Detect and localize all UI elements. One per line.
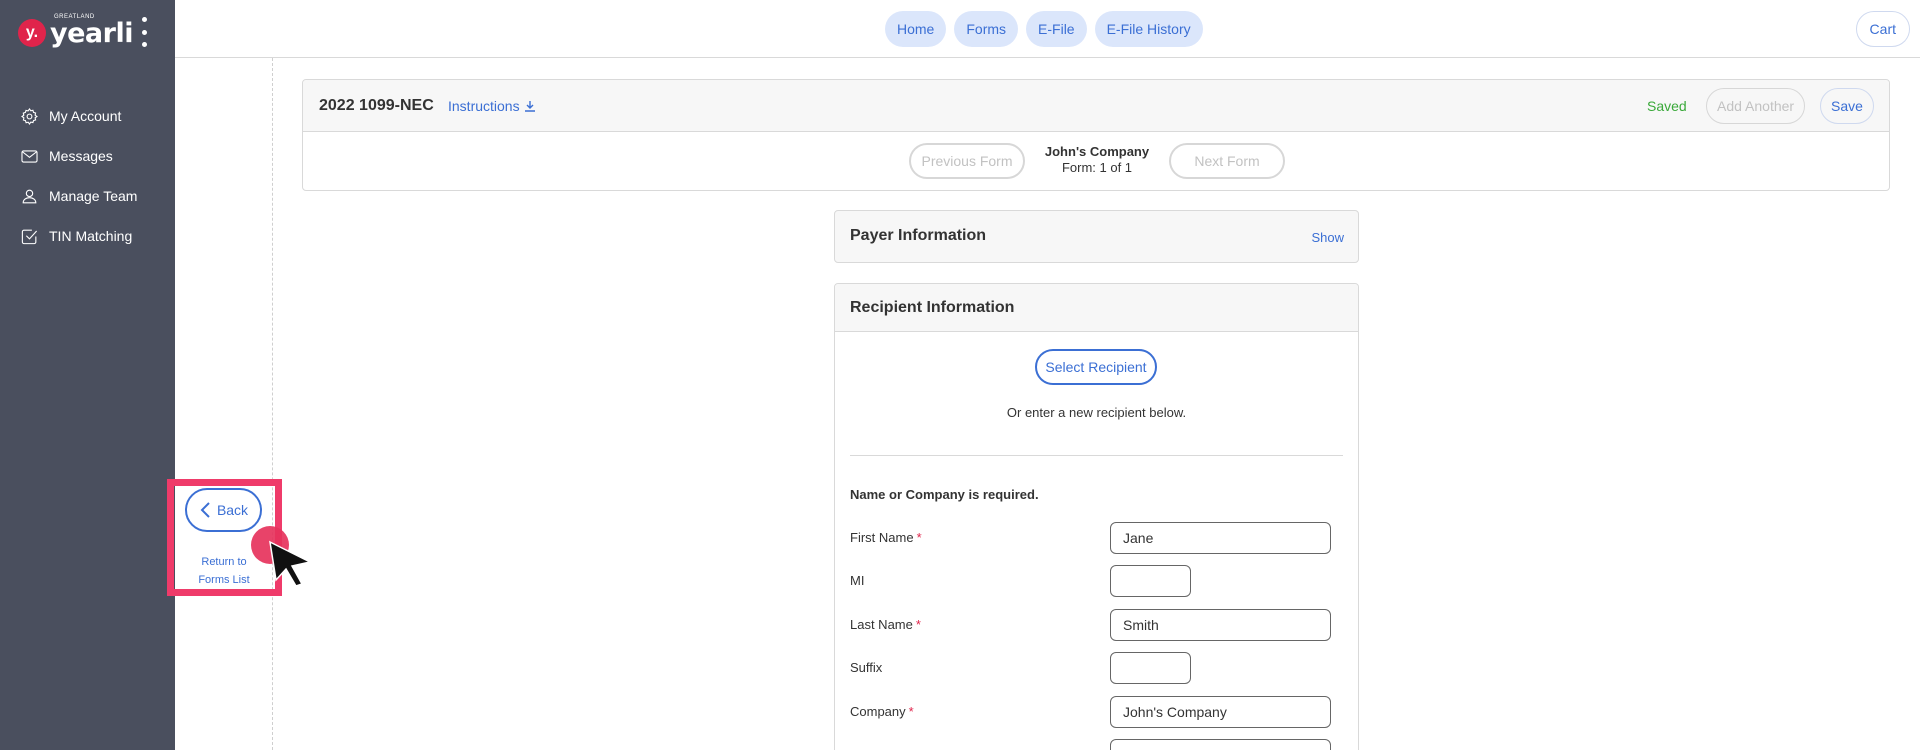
mouse-cursor-icon bbox=[269, 540, 313, 586]
saved-status: Saved bbox=[1647, 98, 1687, 114]
return-link-line2: Forms List bbox=[198, 574, 250, 586]
tab-e-file-history[interactable]: E-File History bbox=[1094, 11, 1203, 47]
tab-forms[interactable]: Forms bbox=[954, 11, 1019, 47]
form-pager-info: John's Company Form: 1 of 1 bbox=[1031, 144, 1163, 176]
sidebar-item-my-account[interactable]: My Account bbox=[20, 96, 137, 136]
back-button-label: Back bbox=[216, 502, 249, 518]
payer-show-link[interactable]: Show bbox=[1311, 230, 1344, 245]
company-label-text: Company bbox=[850, 704, 906, 719]
company-label: Company * bbox=[850, 704, 914, 719]
back-button[interactable]: Back bbox=[185, 488, 262, 532]
last-name-label-text: Last Name bbox=[850, 617, 913, 632]
first-name-label-text: First Name bbox=[850, 530, 914, 545]
mi-field[interactable] bbox=[1110, 565, 1191, 597]
form-title: 2022 1099-NEC bbox=[319, 97, 434, 114]
company-field[interactable] bbox=[1110, 696, 1331, 728]
gear-icon bbox=[21, 107, 38, 125]
recipient-information-title: Recipient Information bbox=[850, 299, 1015, 316]
recipient-information-header: Recipient Information bbox=[835, 284, 1358, 332]
mi-label: MI bbox=[850, 573, 865, 588]
sidebar-item-label: TIN Matching bbox=[49, 228, 133, 244]
sidebar-item-tin-matching[interactable]: TIN Matching bbox=[20, 216, 137, 256]
logo-badge-icon: y. bbox=[18, 19, 46, 47]
required-note: Name or Company is required. bbox=[850, 487, 1039, 502]
instructions-link[interactable]: Instructions bbox=[448, 98, 536, 114]
section-divider bbox=[850, 455, 1343, 456]
top-nav-tabs: Home Forms E-File E-File History bbox=[885, 11, 1203, 47]
required-marker: * bbox=[915, 617, 921, 632]
instructions-label: Instructions bbox=[448, 98, 520, 114]
pager-company-name: John's Company bbox=[1044, 144, 1150, 159]
select-recipient-button[interactable]: Select Recipient bbox=[1035, 349, 1157, 385]
chevron-left-icon bbox=[200, 502, 210, 518]
recipient-information-card: Recipient Information Select Recipient O… bbox=[834, 283, 1359, 750]
payer-information-card: Payer Information Show bbox=[834, 210, 1359, 263]
last-name-label: Last Name * bbox=[850, 617, 921, 632]
top-bar: Home Forms E-File E-File History Cart bbox=[175, 0, 1920, 58]
previous-form-button[interactable]: Previous Form bbox=[909, 143, 1025, 179]
logo-name: yearli bbox=[50, 17, 133, 49]
kebab-menu-icon[interactable] bbox=[134, 17, 154, 47]
suffix-label: Suffix bbox=[850, 660, 883, 675]
logo-wordmark: GREATLAND yearli bbox=[50, 14, 133, 49]
first-name-label: First Name * bbox=[850, 530, 922, 545]
payer-information-title: Payer Information bbox=[850, 227, 987, 244]
return-to-forms-list-link[interactable]: Return to Forms List bbox=[190, 553, 258, 589]
return-link-line1: Return to bbox=[201, 556, 247, 568]
sidebar: y. GREATLAND yearli My Account Messages … bbox=[0, 0, 175, 750]
envelope-icon bbox=[21, 149, 38, 163]
add-another-button[interactable]: Add Another bbox=[1706, 88, 1806, 124]
left-guide-line bbox=[272, 58, 273, 750]
save-button[interactable]: Save bbox=[1820, 88, 1874, 124]
check-square-icon bbox=[21, 229, 38, 244]
first-name-field[interactable] bbox=[1110, 522, 1331, 554]
sidebar-item-manage-team[interactable]: Manage Team bbox=[20, 176, 137, 216]
user-icon bbox=[22, 189, 37, 203]
tab-home[interactable]: Home bbox=[885, 11, 947, 47]
form-header-bar: 2022 1099-NEC Instructions Saved Add Ano… bbox=[303, 80, 1889, 132]
tin-field[interactable] bbox=[1110, 739, 1331, 750]
last-name-field[interactable] bbox=[1110, 609, 1331, 641]
yearli-logo[interactable]: y. GREATLAND yearli bbox=[18, 14, 133, 50]
sidebar-nav: My Account Messages Manage Team TIN Matc… bbox=[20, 96, 137, 256]
download-icon bbox=[524, 101, 535, 112]
required-marker: * bbox=[916, 530, 922, 545]
sidebar-item-label: Manage Team bbox=[49, 188, 138, 204]
next-form-button[interactable]: Next Form bbox=[1169, 143, 1285, 179]
sidebar-item-label: My Account bbox=[49, 108, 122, 124]
logo-small-text: GREATLAND bbox=[54, 13, 95, 20]
required-marker: * bbox=[908, 704, 914, 719]
suffix-field[interactable] bbox=[1110, 652, 1191, 684]
sidebar-item-messages[interactable]: Messages bbox=[20, 136, 137, 176]
sidebar-item-label: Messages bbox=[49, 148, 113, 164]
form-header-card: 2022 1099-NEC Instructions Saved Add Ano… bbox=[302, 79, 1890, 191]
new-recipient-hint: Or enter a new recipient below. bbox=[1006, 405, 1187, 420]
cart-button[interactable]: Cart bbox=[1855, 11, 1910, 47]
tab-e-file[interactable]: E-File bbox=[1026, 11, 1087, 47]
pager-form-counter: Form: 1 of 1 bbox=[1061, 160, 1133, 175]
